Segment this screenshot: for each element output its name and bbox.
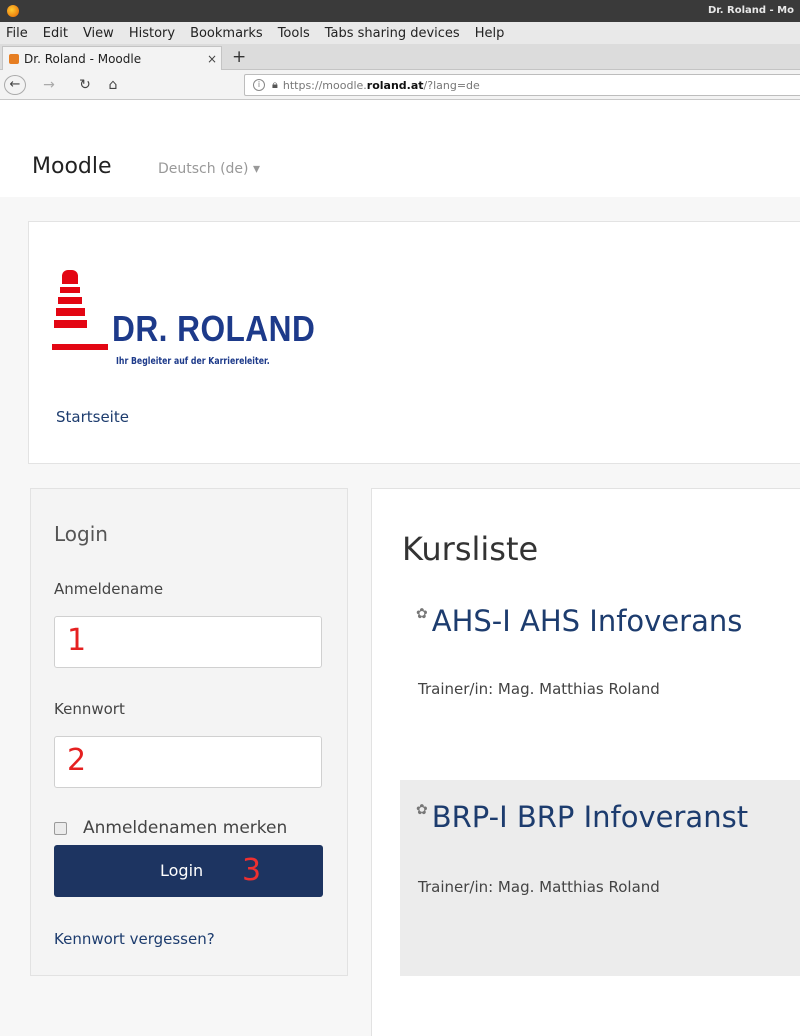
browser-tab[interactable]: Dr. Roland - Moodle ×: [2, 46, 222, 70]
home-icon[interactable]: ⌂: [104, 75, 122, 95]
firefox-icon: [7, 5, 19, 17]
course-item: ✿ BRP-I BRP Infoveranst Trainer/in: Mag.…: [400, 780, 800, 976]
menu-tools[interactable]: Tools: [278, 26, 310, 41]
menu-bar: File Edit View History Bookmarks Tools T…: [0, 22, 800, 44]
course-title-link[interactable]: ✿ BRP-I BRP Infoveranst: [416, 800, 748, 834]
window-titlebar: Dr. Roland - Mo: [0, 0, 800, 22]
annotation-marker-1: 1: [67, 623, 87, 658]
forgot-password-link[interactable]: Kennwort vergessen?: [54, 930, 215, 948]
course-trainer: Trainer/in: Mag. Matthias Roland: [418, 680, 660, 698]
login-button[interactable]: Login 3: [54, 845, 323, 897]
back-icon[interactable]: ←: [4, 75, 26, 95]
login-block: [30, 488, 348, 976]
tab-title: Dr. Roland - Moodle: [24, 51, 142, 66]
lighthouse-band: [56, 308, 85, 316]
annotation-marker-3: 3: [242, 853, 262, 888]
lighthouse-base: [52, 344, 108, 350]
course-title-link[interactable]: ✿ AHS-I AHS Infoverans: [416, 604, 742, 638]
course-title[interactable]: AHS-I AHS Infoverans: [432, 604, 743, 638]
remember-checkbox[interactable]: [54, 821, 67, 835]
lighthouse-band: [54, 320, 87, 328]
lock-icon: 🔒︎: [272, 78, 278, 91]
password-label: Kennwort: [54, 700, 125, 718]
moodle-navbar: [0, 101, 800, 197]
menu-tabs-sharing[interactable]: Tabs sharing devices: [325, 26, 460, 41]
remember-label: Anmeldenamen merken: [83, 818, 288, 838]
tab-bar: Dr. Roland - Moodle × +: [0, 44, 800, 70]
remember-username[interactable]: Anmeldenamen merken: [54, 818, 287, 838]
annotation-marker-2: 2: [67, 743, 87, 778]
menu-bookmarks[interactable]: Bookmarks: [190, 26, 263, 41]
moodle-brand[interactable]: Moodle: [32, 154, 112, 179]
site-info-icon[interactable]: i: [253, 79, 265, 91]
breadcrumb-startseite[interactable]: Startseite: [56, 408, 129, 426]
menu-edit[interactable]: Edit: [43, 26, 68, 41]
password-field[interactable]: 2: [54, 736, 322, 788]
url-prefix: https://moodle.: [282, 78, 367, 92]
lighthouse-band: [58, 297, 82, 304]
logo-tagline: Ihr Begleiter auf der Karriereleiter.: [116, 356, 270, 367]
new-tab-button[interactable]: +: [232, 47, 246, 67]
logo-name: DR. ROLAND: [112, 308, 316, 349]
course-icon: ✿: [416, 606, 428, 622]
username-label: Anmeldename: [54, 580, 164, 598]
lighthouse-band: [60, 287, 80, 293]
language-menu[interactable]: Deutsch (de) ▾: [158, 161, 260, 177]
course-icon: ✿: [416, 802, 428, 818]
dr-roland-logo: DR. ROLAND Ihr Begleiter auf der Karrier…: [52, 270, 352, 380]
close-tab-icon[interactable]: ×: [203, 52, 221, 66]
menu-file[interactable]: File: [6, 26, 28, 41]
url-bar[interactable]: i 🔒︎ https://moodle. roland.at/?lang=de: [244, 74, 800, 96]
forward-icon[interactable]: →: [40, 75, 58, 95]
course-item: ✿ AHS-I AHS Infoverans Trainer/in: Mag. …: [400, 596, 800, 734]
course-trainer: Trainer/in: Mag. Matthias Roland: [418, 878, 660, 896]
navigation-bar: ← → ↻ ⌂ i 🔒︎ https://moodle. roland.at/?l…: [0, 70, 800, 100]
menu-history[interactable]: History: [129, 26, 175, 41]
url-domain: roland.at: [366, 78, 424, 92]
lighthouse-icon: [62, 270, 78, 284]
course-list-heading: Kursliste: [402, 530, 539, 568]
window-title: Dr. Roland - Mo: [707, 5, 794, 16]
favicon-icon: [9, 53, 19, 64]
reload-icon[interactable]: ↻: [76, 75, 94, 95]
menu-view[interactable]: View: [83, 26, 114, 41]
url-suffix: /?lang=de: [423, 78, 480, 92]
login-title: Login: [54, 522, 108, 546]
login-button-label: Login: [160, 861, 204, 880]
username-field[interactable]: 1: [54, 616, 322, 668]
course-title[interactable]: BRP-I BRP Infoveranst: [432, 800, 748, 834]
menu-help[interactable]: Help: [475, 26, 505, 41]
